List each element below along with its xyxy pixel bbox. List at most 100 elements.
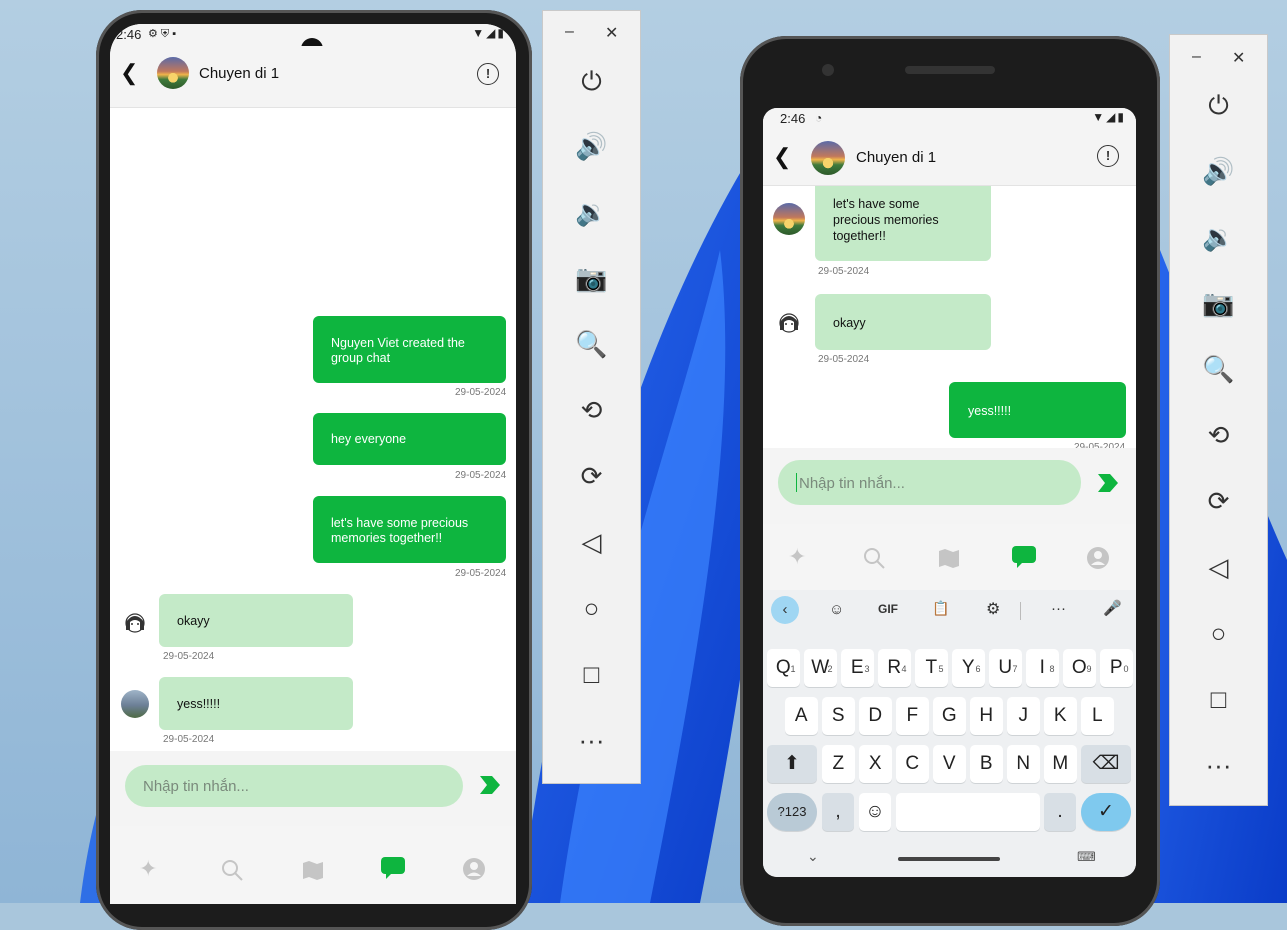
key-p[interactable]: P0 — [1100, 649, 1133, 687]
emoji-key[interactable]: ☺ — [859, 793, 891, 831]
key-k[interactable]: K — [1044, 697, 1077, 735]
key-q[interactable]: Q1 — [767, 649, 800, 687]
back-arrow-icon[interactable]: ❮ — [120, 60, 138, 86]
message-bubble: yess!!!!! — [159, 677, 353, 730]
rotate-right-icon[interactable]: ⟳ — [543, 461, 640, 492]
chat-icon[interactable] — [380, 856, 406, 880]
key-e[interactable]: E3 — [841, 649, 874, 687]
message-bubble: okayy — [815, 294, 991, 350]
keyboard-switch-icon[interactable]: ⌨ — [1077, 849, 1096, 865]
key-o[interactable]: O9 — [1063, 649, 1096, 687]
status-right-icons: ▼◢▮ — [472, 26, 506, 40]
close-button[interactable]: ✕ — [605, 23, 618, 43]
symbols-key[interactable]: ?123 — [767, 793, 817, 831]
key-u[interactable]: U7 — [989, 649, 1022, 687]
map-icon[interactable] — [937, 546, 961, 570]
minimize-button[interactable]: – — [565, 23, 574, 41]
volume-up-icon[interactable]: 🔊 — [1170, 156, 1267, 187]
profile-icon[interactable] — [462, 857, 486, 881]
minimize-button[interactable]: – — [1192, 48, 1201, 66]
key-f[interactable]: F — [896, 697, 929, 735]
message-time: 29-05-2024 — [163, 734, 215, 745]
send-icon[interactable] — [1096, 472, 1120, 494]
key-s[interactable]: S — [822, 697, 855, 735]
power-icon[interactable]: ⏻ — [543, 66, 640, 98]
sticker-icon[interactable]: ☺ — [829, 601, 844, 618]
key-j[interactable]: J — [1007, 697, 1040, 735]
key-m[interactable]: M — [1044, 745, 1077, 783]
home-icon[interactable]: ○ — [543, 593, 640, 624]
info-icon[interactable]: ! — [1097, 145, 1119, 167]
more-icon[interactable]: ··· — [1051, 600, 1066, 617]
settings-icon[interactable]: ⚙ — [986, 599, 1000, 619]
key-t[interactable]: T5 — [915, 649, 948, 687]
key-i[interactable]: I8 — [1026, 649, 1059, 687]
more-icon[interactable]: ··· — [1170, 750, 1267, 781]
space-key[interactable] — [896, 793, 1040, 831]
home-icon[interactable]: ○ — [1170, 618, 1267, 649]
sparkle-icon[interactable]: ✦ — [788, 544, 806, 570]
overview-icon[interactable]: □ — [543, 659, 640, 690]
profile-icon[interactable] — [1086, 546, 1110, 570]
zoom-icon[interactable]: 🔍 — [543, 329, 640, 360]
sparkle-icon[interactable]: ✦ — [139, 856, 157, 882]
back-icon[interactable]: ◁ — [1170, 552, 1267, 583]
volume-up-icon[interactable]: 🔊 — [543, 131, 640, 162]
key-b[interactable]: B — [970, 745, 1003, 783]
volume-down-icon[interactable]: 🔉 — [543, 197, 640, 228]
period-key[interactable]: . — [1044, 793, 1076, 831]
shift-key[interactable]: ⬆ — [767, 745, 817, 783]
microphone-icon[interactable]: 🎤 — [1103, 599, 1122, 617]
keyboard-collapse-icon[interactable]: ⌄ — [807, 848, 819, 865]
sender-avatar — [775, 308, 803, 336]
more-icon[interactable]: ··· — [543, 725, 640, 756]
camera-icon[interactable]: 📷 — [543, 263, 640, 294]
key-z[interactable]: Z — [822, 745, 855, 783]
key-d[interactable]: D — [859, 697, 892, 735]
send-icon[interactable] — [478, 774, 502, 796]
chat-icon[interactable] — [1011, 545, 1037, 569]
key-n[interactable]: N — [1007, 745, 1040, 783]
key-label: C — [905, 753, 920, 774]
keyboard-back-icon[interactable]: ‹ — [771, 596, 799, 624]
search-icon[interactable] — [220, 858, 244, 882]
clipboard-icon[interactable]: 📋 — [932, 600, 949, 617]
gif-button[interactable]: GIF — [878, 602, 898, 616]
key-v[interactable]: V — [933, 745, 966, 783]
back-icon[interactable]: ◁ — [543, 527, 640, 558]
key-label: U — [998, 657, 1013, 678]
info-icon[interactable]: ! — [477, 63, 499, 85]
key-y[interactable]: Y6 — [952, 649, 985, 687]
key-x[interactable]: X — [859, 745, 892, 783]
nav-handle[interactable] — [898, 857, 1000, 861]
key-h[interactable]: H — [970, 697, 1003, 735]
key-a[interactable]: A — [785, 697, 818, 735]
rotate-left-icon[interactable]: ⟲ — [543, 395, 640, 426]
rotate-left-icon[interactable]: ⟲ — [1170, 420, 1267, 451]
message-bubble: Nguyen Viet created the group chat — [313, 316, 506, 383]
comma-key[interactable]: , — [822, 793, 854, 831]
key-r[interactable]: R4 — [878, 649, 911, 687]
camera-icon[interactable]: 📷 — [1170, 288, 1267, 319]
rotate-right-icon[interactable]: ⟳ — [1170, 486, 1267, 517]
volume-down-icon[interactable]: 🔉 — [1170, 222, 1267, 253]
zoom-icon[interactable]: 🔍 — [1170, 354, 1267, 385]
key-hint: 0 — [1123, 664, 1129, 674]
key-w[interactable]: W2 — [804, 649, 837, 687]
message-input[interactable]: Nhập tin nhắn... — [125, 765, 463, 807]
search-icon[interactable] — [862, 546, 886, 570]
key-c[interactable]: C — [896, 745, 929, 783]
map-icon[interactable] — [301, 858, 325, 882]
key-label: S — [831, 705, 845, 726]
key-g[interactable]: G — [933, 697, 966, 735]
group-avatar — [811, 141, 845, 175]
overview-icon[interactable]: □ — [1170, 684, 1267, 715]
power-icon[interactable]: ⏻ — [1170, 90, 1267, 122]
back-arrow-icon[interactable]: ❮ — [773, 144, 791, 170]
backspace-key[interactable]: ⌫ — [1081, 745, 1131, 783]
message-input[interactable]: Nhập tin nhắn... — [778, 460, 1081, 505]
key-label: J — [1018, 705, 1029, 726]
close-button[interactable]: ✕ — [1232, 48, 1245, 68]
key-l[interactable]: L — [1081, 697, 1114, 735]
enter-key[interactable]: ✓ — [1081, 793, 1131, 831]
